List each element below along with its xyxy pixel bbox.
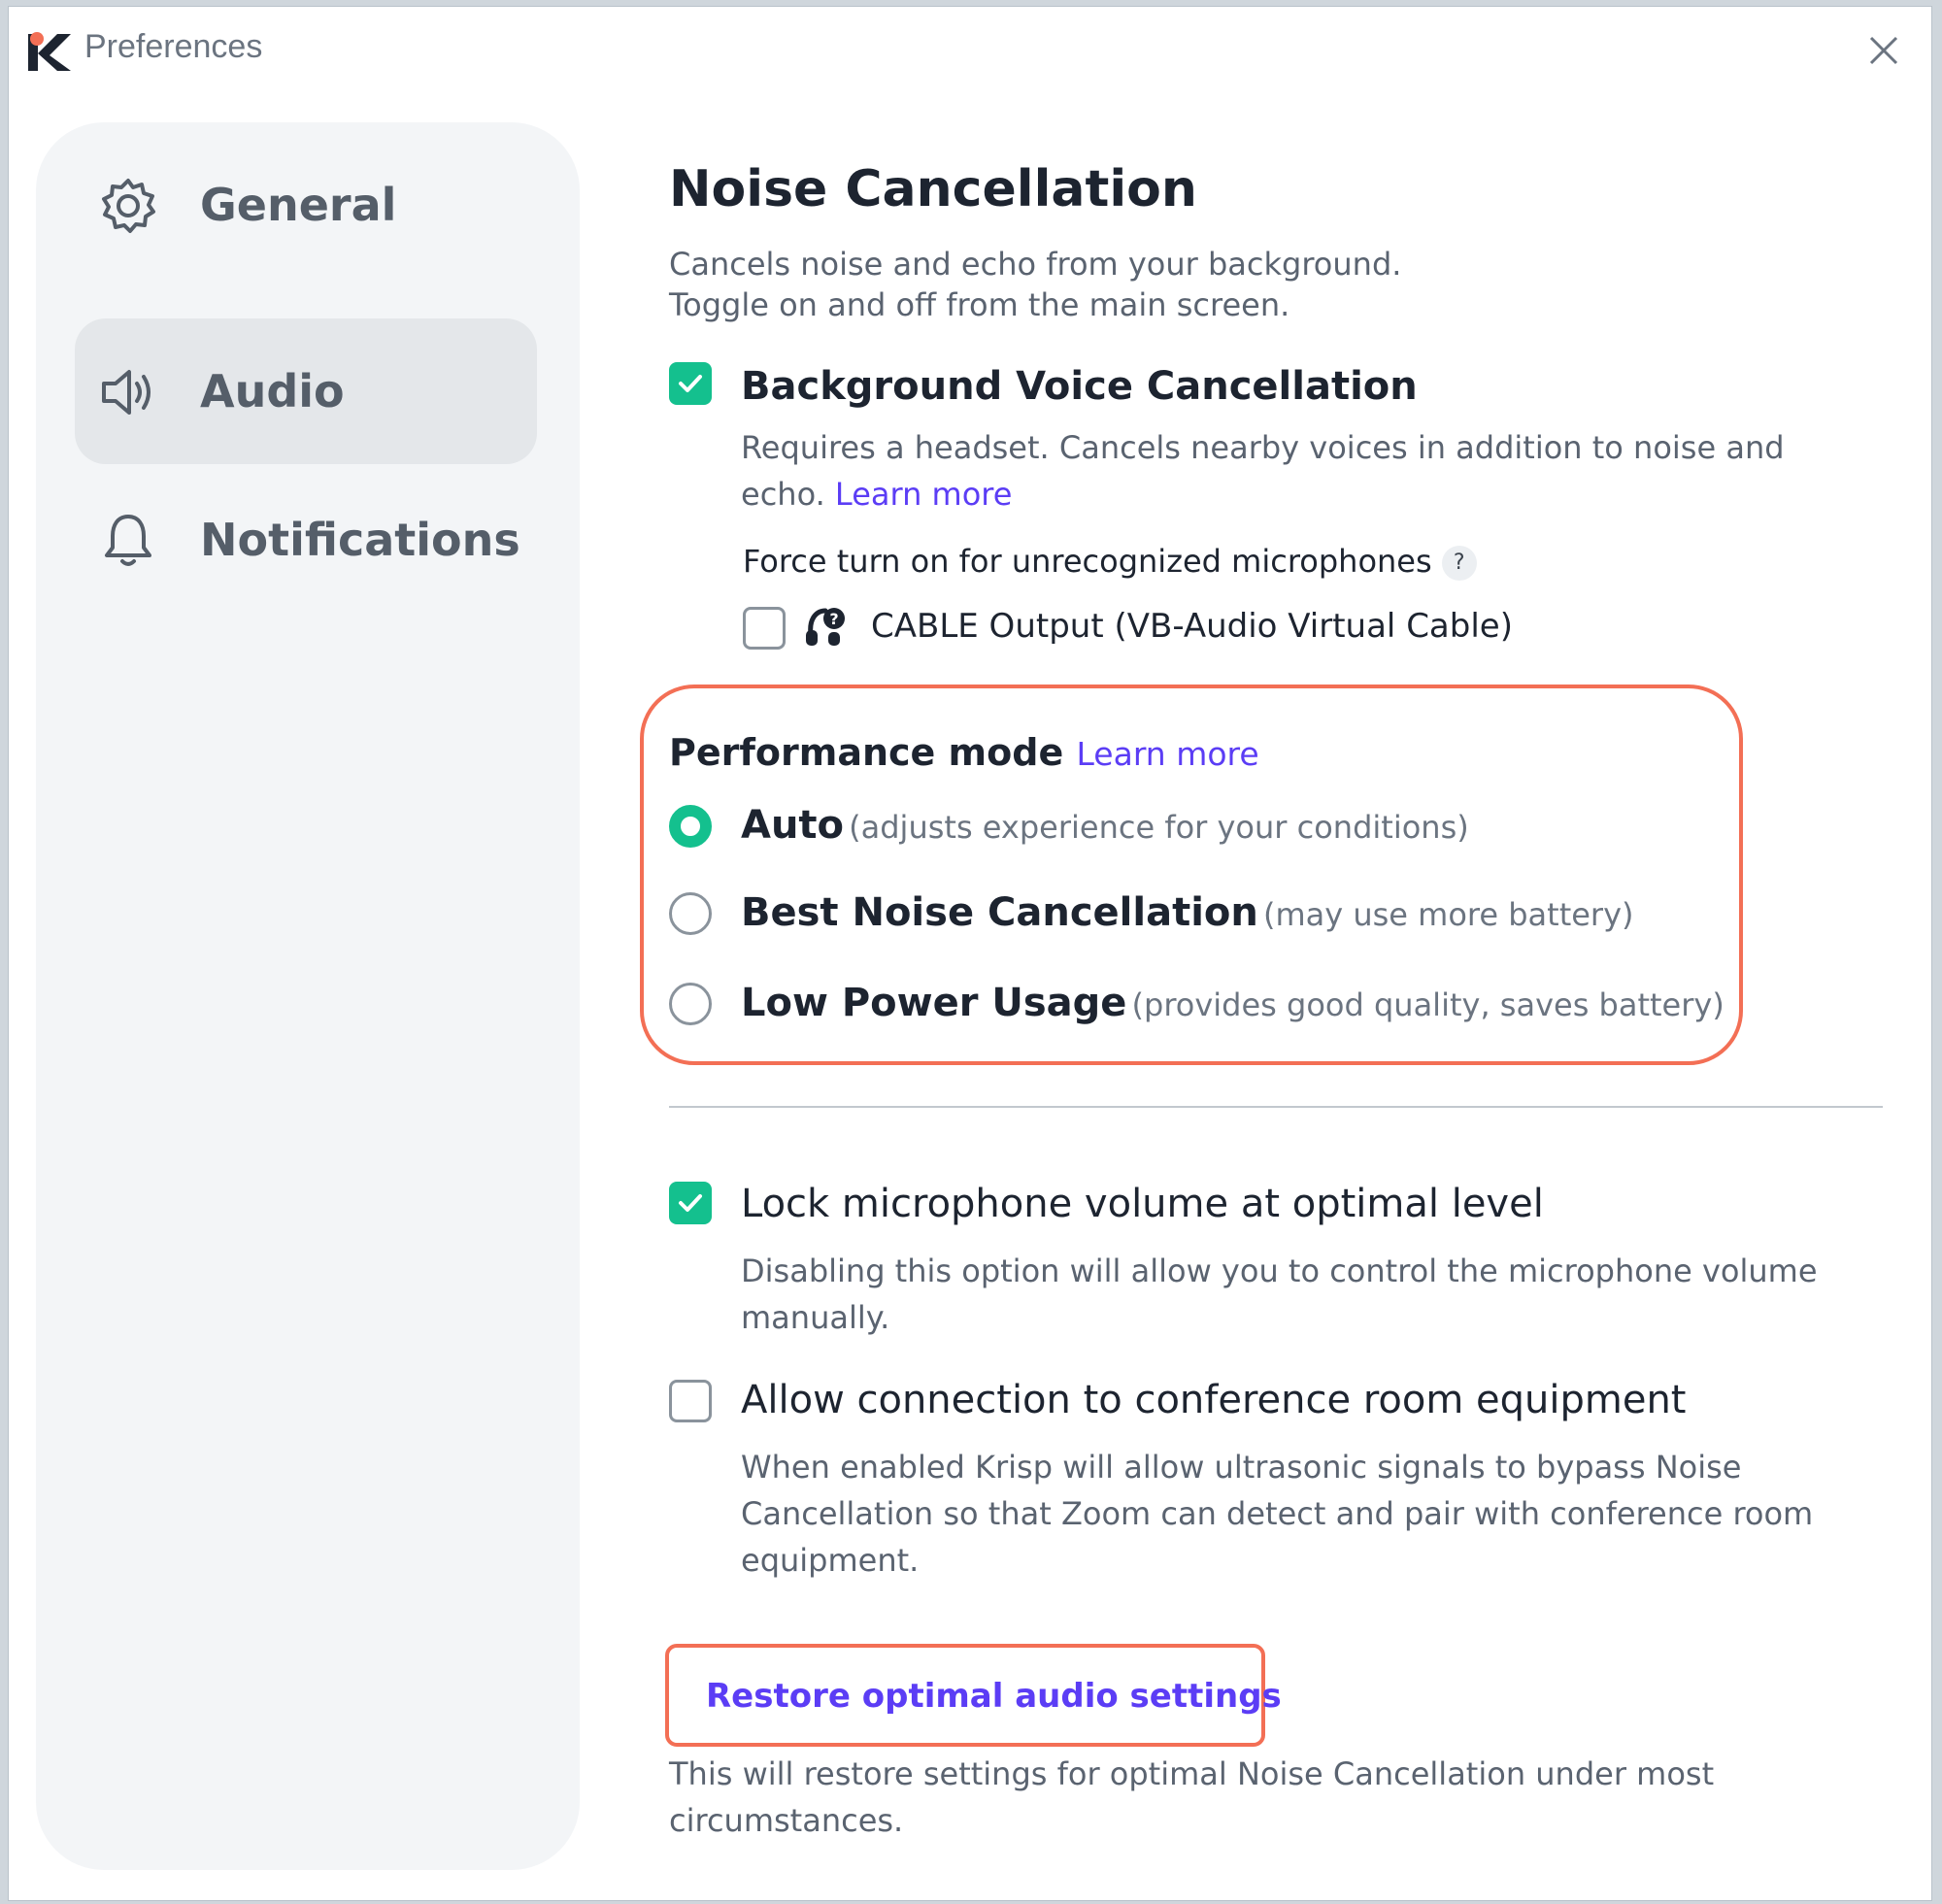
lock-volume-label: Lock microphone volume at optimal level	[741, 1182, 1544, 1226]
lock-volume-desc-line: Disabling this option will allow you to …	[741, 1253, 1818, 1289]
help-icon[interactable]: ?	[1441, 546, 1477, 581]
sidebar-item-label: General	[200, 179, 397, 231]
conference-checkbox[interactable]	[669, 1380, 712, 1422]
option-note: (adjusts experience for your conditions)	[849, 809, 1469, 846]
preferences-window: Preferences General Audio Notifications …	[8, 6, 1932, 1901]
lock-volume-description: Disabling this option will allow you to …	[741, 1248, 1906, 1341]
bell-icon	[105, 515, 151, 566]
restore-desc-line: This will restore settings for optimal N…	[669, 1755, 1715, 1792]
radio-auto[interactable]	[669, 805, 712, 848]
bvc-checkbox[interactable]	[669, 362, 712, 405]
bvc-desc-line: Requires a headset. Cancels nearby voice…	[741, 429, 1785, 466]
section-description: Cancels noise and echo from your backgro…	[669, 244, 1401, 325]
radio-low-power-usage[interactable]	[669, 983, 712, 1025]
performance-title: Performance mode	[669, 731, 1064, 774]
check-icon	[679, 375, 702, 392]
sidebar-item-label: Notifications	[200, 514, 520, 566]
bvc-desc-line: echo.	[741, 476, 825, 513]
sidebar-item-general[interactable]: General	[75, 132, 537, 278]
force-row: Force turn on for unrecognized microphon…	[743, 543, 1477, 581]
radio-best-noise-cancellation[interactable]	[669, 892, 712, 935]
sidebar: General Audio Notifications	[36, 122, 580, 1870]
conference-description: When enabled Krisp will allow ultrasonic…	[741, 1444, 1906, 1584]
force-device-checkbox[interactable]	[743, 607, 786, 650]
speaker-icon	[102, 370, 151, 415]
window-title: Preferences	[84, 28, 263, 65]
force-label: Force turn on for unrecognized microphon…	[743, 543, 1432, 580]
check-icon	[679, 1194, 702, 1212]
option-note: (may use more battery)	[1262, 896, 1634, 933]
restore-desc-line: circumstances.	[669, 1802, 904, 1839]
conference-desc-line: When enabled Krisp will allow ultrasonic…	[741, 1449, 1742, 1486]
sidebar-item-notifications[interactable]: Notifications	[75, 467, 537, 613]
performance-header: Performance mode Learn more	[669, 731, 1259, 774]
restore-settings-label: Restore optimal audio settings	[706, 1677, 1282, 1716]
gear-icon	[102, 179, 155, 233]
lock-volume-desc-line: manually.	[741, 1299, 890, 1336]
option-auto: Auto (adjusts experience for your condit…	[741, 803, 1469, 848]
headset-question-icon: ?	[806, 608, 845, 646]
force-device-label: CABLE Output (VB-Audio Virtual Cable)	[871, 607, 1513, 646]
lock-volume-checkbox[interactable]	[669, 1182, 712, 1224]
main-panel: Noise Cancellation Cancels noise and ech…	[640, 7, 1912, 1900]
performance-learn-more-link[interactable]: Learn more	[1076, 735, 1258, 773]
restore-description: This will restore settings for optimal N…	[669, 1751, 1883, 1844]
svg-text:?: ?	[829, 610, 838, 628]
bvc-learn-more-link[interactable]: Learn more	[835, 476, 1013, 513]
divider	[669, 1106, 1883, 1108]
option-best: Best Noise Cancellation (may use more ba…	[741, 890, 1634, 935]
description-line: Cancels noise and echo from your backgro…	[669, 246, 1402, 283]
conference-desc-line: equipment.	[741, 1542, 920, 1579]
krisp-logo-icon	[28, 32, 71, 71]
conference-desc-line: Cancellation so that Zoom can detect and…	[741, 1495, 1814, 1532]
restore-settings-button[interactable]: Restore optimal audio settings	[665, 1644, 1282, 1747]
description-line: Toggle on and off from the main screen.	[669, 286, 1290, 323]
option-label: Auto	[741, 803, 845, 848]
bvc-description: Requires a headset. Cancels nearby voice…	[741, 424, 1906, 518]
conference-label: Allow connection to conference room equi…	[741, 1378, 1687, 1422]
bvc-label: Background Voice Cancellation	[741, 364, 1418, 409]
page-title: Noise Cancellation	[669, 160, 1197, 218]
option-label: Best Noise Cancellation	[741, 890, 1258, 935]
sidebar-item-audio[interactable]: Audio	[75, 318, 537, 464]
sidebar-item-label: Audio	[200, 365, 345, 418]
option-label: Low Power Usage	[741, 981, 1127, 1025]
option-note: (provides good quality, saves battery)	[1131, 986, 1724, 1023]
option-low-power: Low Power Usage (provides good quality, …	[741, 981, 1724, 1025]
